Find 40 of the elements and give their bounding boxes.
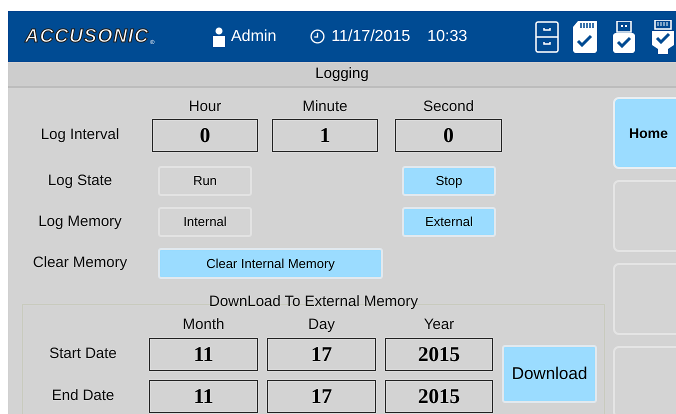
file-cabinet-icon[interactable] [535,20,560,52]
date-field[interactable]: 2015 [385,380,493,413]
date-field[interactable]: 17 [267,380,376,413]
usb-drive-check-icon[interactable] [613,20,636,52]
time-text: 10:33 [427,26,468,46]
date-field[interactable]: 11 [149,338,258,371]
row-label: Log Interval [40,125,120,146]
date-field[interactable]: 11 [149,380,258,413]
column-label: Month [182,314,226,334]
date-text: 11/17/2015 [331,26,410,46]
value-field[interactable]: 1 [272,119,378,152]
page-title: Logging [315,64,369,84]
user-icon [212,26,226,46]
sd-card-check-icon[interactable] [573,20,598,52]
row-label: Log State [46,170,114,191]
row-label: End Date [50,386,116,406]
option-button[interactable]: Run [158,166,252,196]
column-label: Second [422,96,475,116]
date-field[interactable]: 17 [267,338,376,371]
date-field[interactable]: 2015 [385,338,493,371]
logo: ACCUSONIC [25,27,150,46]
column-label: Minute [301,96,349,116]
row-label: Log Memory [37,212,123,232]
option-button[interactable]: External [402,207,496,237]
column-label: Hour [188,96,222,116]
group-title: DownLoad To External Memory [209,293,418,310]
option-button[interactable]: Internal [158,207,252,237]
user-name: Admin [231,26,276,46]
value-field[interactable]: 0 [395,119,502,152]
row-label: Clear Memory [32,253,128,274]
network-plug-check-icon[interactable] [652,20,674,54]
value-field[interactable]: 0 [152,119,258,152]
column-label: Day [307,314,336,334]
column-label: Year [422,314,456,334]
clear-memory-button[interactable]: Clear Internal Memory [158,248,383,279]
clock-icon [310,29,326,44]
row-label: Start Date [48,344,118,364]
download-button[interactable]: Download [502,345,597,403]
nav-button[interactable]: Home [613,97,676,169]
option-button[interactable]: Stop [402,166,496,196]
